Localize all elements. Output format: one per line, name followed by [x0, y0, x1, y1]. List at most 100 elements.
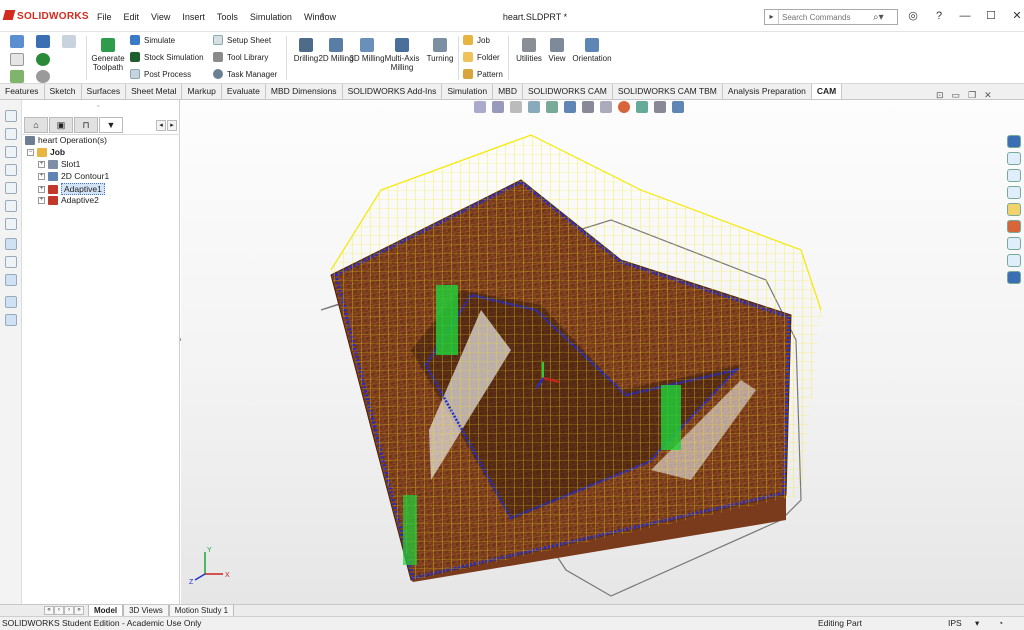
tab-evaluate[interactable]: Evaluate	[222, 84, 266, 99]
home-icon[interactable]	[1007, 152, 1021, 165]
feature-icon[interactable]	[5, 146, 17, 158]
first-tab-icon[interactable]: «	[44, 606, 54, 615]
task-manager-button[interactable]: Task Manager	[213, 69, 277, 79]
expand-icon[interactable]: +	[38, 160, 45, 168]
display-pane-icon[interactable]	[672, 101, 684, 113]
last-tab-icon[interactable]: »	[74, 606, 84, 615]
tab-cam-operations[interactable]: ▼	[99, 117, 123, 133]
tab-solidworks-cam-tbm[interactable]: SOLIDWORKS CAM TBM	[613, 84, 723, 99]
tree-root[interactable]: heart Operation(s)	[25, 135, 107, 145]
edit-appearance-icon[interactable]	[618, 101, 630, 113]
tab-mbd[interactable]: MBD	[493, 84, 523, 99]
copy-icon[interactable]	[5, 296, 17, 308]
expand-icon[interactable]: +	[38, 185, 45, 193]
appearances-icon[interactable]	[1007, 220, 1021, 233]
tab-analysis-preparation[interactable]: Analysis Preparation	[723, 84, 812, 99]
tree-job[interactable]: − Job	[27, 147, 65, 157]
feature-icon[interactable]	[5, 110, 17, 122]
prev-tab-icon[interactable]: ‹	[54, 606, 64, 615]
folder-button[interactable]: Folder	[463, 52, 500, 62]
job-button[interactable]: Job	[463, 35, 490, 45]
menu-file[interactable]: File	[97, 12, 112, 22]
section-view-icon[interactable]	[528, 101, 540, 113]
generate-toolpath-button[interactable]: Generate Toolpath	[86, 34, 130, 72]
feature-icon[interactable]	[5, 200, 17, 212]
solidworks-logo[interactable]: SOLIDWORKS	[2, 10, 89, 22]
expand-icon[interactable]: +	[38, 172, 45, 180]
tree-item-adaptive1[interactable]: + Adaptive1	[38, 183, 105, 195]
pin-icon[interactable]: ✦	[318, 11, 326, 22]
view-orientation-icon[interactable]	[564, 101, 576, 113]
tab-surfaces[interactable]: Surfaces	[82, 84, 127, 99]
tab-mbd-dimensions[interactable]: MBD Dimensions	[266, 84, 343, 99]
graphics-viewport[interactable]: Y X Z	[181, 100, 1024, 604]
tab-features[interactable]: Features	[0, 84, 45, 99]
tree-item-2d-contour1[interactable]: + 2D Contour1	[38, 171, 109, 181]
monitor-icon[interactable]	[5, 274, 17, 286]
minimize-viewport-icon[interactable]: ▭	[952, 90, 961, 101]
tab-solidworks-add-ins[interactable]: SOLIDWORKS Add-Ins	[343, 84, 443, 99]
collapse-icon[interactable]: −	[27, 148, 34, 156]
apply-scene-icon[interactable]	[636, 101, 648, 113]
hide-show-items-icon[interactable]	[600, 101, 612, 113]
rebuild-indicator-icon[interactable]: ▾	[975, 617, 979, 630]
tree-item-slot1[interactable]: + Slot1	[38, 159, 80, 169]
tool-library-button[interactable]: Tool Library	[213, 52, 268, 62]
close-viewport-icon[interactable]: ✕	[984, 90, 992, 101]
custom-properties-icon[interactable]	[1007, 237, 1021, 250]
stock-simulation-button[interactable]: Stock Simulation	[130, 52, 204, 62]
close-icon[interactable]: ✕	[1009, 8, 1024, 24]
search-commands[interactable]: ▸ ⌕▾	[764, 9, 898, 25]
menu-edit[interactable]: Edit	[124, 12, 140, 22]
menu-tools[interactable]: Tools	[217, 12, 238, 22]
menu-insert[interactable]: Insert	[182, 12, 205, 22]
tab-solidworks-cam[interactable]: SOLIDWORKS CAM	[523, 84, 613, 99]
tab-feature-manager[interactable]: ⌂	[24, 117, 48, 133]
tab-cam-feature[interactable]: ▣	[49, 117, 73, 133]
edit-icon[interactable]	[5, 256, 17, 268]
save-icon[interactable]	[36, 35, 50, 48]
restore-icon[interactable]: ⊡	[936, 90, 944, 101]
solidworks-resources-icon[interactable]	[1007, 135, 1021, 148]
tile-icon[interactable]: ❐	[968, 90, 976, 101]
feature-icon[interactable]	[5, 164, 17, 176]
zoom-to-area-icon[interactable]	[492, 101, 504, 113]
design-library-icon[interactable]	[1007, 169, 1021, 182]
chat-icon[interactable]: ◔	[998, 617, 1003, 630]
menu-simulation[interactable]: Simulation	[250, 12, 292, 22]
minimize-icon[interactable]: —	[957, 8, 973, 24]
tree-item-adaptive2[interactable]: + Adaptive2	[38, 195, 99, 205]
collapse-handle-icon[interactable]: ◦	[97, 103, 99, 110]
next-tab-icon[interactable]: ›	[64, 606, 74, 615]
undo-icon[interactable]	[62, 35, 76, 48]
tree-scroll-right-icon[interactable]: ▸	[167, 120, 177, 131]
web-icon[interactable]	[1007, 271, 1021, 284]
select-icon[interactable]	[10, 70, 24, 83]
tab-sheet-metal[interactable]: Sheet Metal	[126, 84, 183, 99]
view-palette-icon[interactable]	[1007, 203, 1021, 216]
new-document-icon[interactable]	[10, 53, 24, 66]
orientation-button[interactable]: Orientation	[570, 34, 614, 63]
display-style-icon[interactable]	[582, 101, 594, 113]
search-scope-icon[interactable]: ▸	[765, 10, 779, 24]
search-input[interactable]	[779, 12, 873, 22]
setup-sheet-button[interactable]: Setup Sheet	[213, 35, 271, 45]
feature-icon[interactable]	[5, 218, 17, 230]
chevron-down-icon[interactable]: ▾	[879, 12, 884, 23]
maximize-icon[interactable]: ☐	[983, 8, 999, 24]
dynamic-annotation-icon[interactable]	[546, 101, 558, 113]
file-explorer-icon[interactable]	[1007, 186, 1021, 199]
expand-icon[interactable]: +	[38, 196, 45, 204]
options-gear-icon[interactable]	[36, 70, 50, 83]
paste-icon[interactable]	[5, 314, 17, 326]
tab-markup[interactable]: Markup	[182, 84, 222, 99]
tab-sketch[interactable]: Sketch	[45, 84, 82, 99]
sketch-icon[interactable]	[5, 238, 17, 250]
feature-icon[interactable]	[5, 182, 17, 194]
tab-simulation[interactable]: Simulation	[442, 84, 494, 99]
tab-cam[interactable]: CAM	[811, 84, 843, 99]
post-process-button[interactable]: Post Process	[130, 69, 191, 79]
zoom-to-fit-icon[interactable]	[474, 101, 486, 113]
tab-cam-tools[interactable]: ⊓	[74, 117, 98, 133]
view-settings-icon[interactable]	[654, 101, 666, 113]
